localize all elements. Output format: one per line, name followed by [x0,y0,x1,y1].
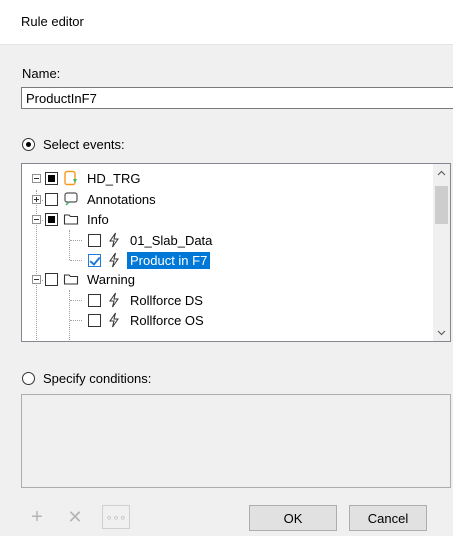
tree-checkbox[interactable] [88,233,101,247]
tree-label: Rollforce OS [130,312,204,328]
folder-icon [63,271,79,287]
select-events-radio[interactable]: Select events: [22,137,125,152]
tree-checkbox[interactable] [45,212,58,226]
tree-scrollbar[interactable] [433,164,450,341]
scroll-down-icon[interactable] [433,324,450,341]
tree-item-rollforce-ds[interactable]: Rollforce DS [88,290,206,310]
scroll-thumb[interactable] [435,186,448,224]
collapse-icon[interactable] [32,214,41,224]
radio-unchecked-icon [22,372,35,385]
more-button[interactable]: ∘∘∘ [102,505,130,529]
tree-item-rollforce-os[interactable]: Rollforce OS [88,310,207,330]
tree-item-hd-trg[interactable]: HD_TRG [32,168,143,188]
x-icon: ✕ [67,506,83,527]
cancel-button[interactable]: Cancel [349,505,427,531]
tree-item-product-in-f7[interactable]: Product in F7 [88,250,211,270]
ok-button[interactable]: OK [249,505,337,531]
tree-label: Warning [87,271,135,287]
conditions-panel [21,394,451,488]
collapse-icon[interactable] [32,173,41,183]
tree-checkbox[interactable] [45,272,58,286]
tree-label: Annotations [87,191,156,207]
tree-item-warning[interactable]: Warning [32,269,138,289]
lightning-icon [106,292,122,308]
tree-item-annotations[interactable]: Annotations [32,189,159,209]
annotation-icon [63,191,79,207]
title-bar: Rule editor [0,0,453,45]
specify-conditions-label: Specify conditions: [43,371,152,386]
window-title: Rule editor [21,14,84,29]
ellipsis-icon: ∘∘∘ [105,511,127,524]
tree-item-info[interactable]: Info [32,209,112,229]
tree-label: Info [87,211,109,227]
lightning-icon [106,232,122,248]
lightning-icon [106,312,122,328]
delete-button[interactable]: ✕ [63,505,87,529]
tree-item-slab-data[interactable]: 01_Slab_Data [88,230,215,250]
tree-label: Rollforce DS [130,292,203,308]
specify-conditions-radio[interactable]: Specify conditions: [22,371,151,386]
database-trigger-icon [63,170,79,186]
tree-checkbox[interactable] [88,313,101,327]
tree-checkbox-checked[interactable] [88,253,101,267]
tree-checkbox[interactable] [88,293,101,307]
select-events-label: Select events: [43,137,125,152]
tree-checkbox[interactable] [45,171,58,185]
plus-icon: + [31,505,43,528]
name-input[interactable] [21,87,453,109]
expand-icon[interactable] [32,194,41,204]
name-label: Name: [22,66,61,81]
collapse-icon[interactable] [32,274,41,284]
tree-label-selected: Product in F7 [127,251,211,269]
folder-icon [63,211,79,227]
tree-label: HD_TRG [87,170,141,186]
radio-checked-icon [22,138,35,151]
add-button[interactable]: + [25,505,49,529]
tree-label: 01_Slab_Data [130,232,213,248]
tree-checkbox[interactable] [45,192,58,206]
lightning-icon [106,252,122,268]
scroll-up-icon[interactable] [433,164,450,181]
event-tree[interactable]: HD_TRG Annotations Info 01_Slab_Data Pro… [21,163,451,342]
